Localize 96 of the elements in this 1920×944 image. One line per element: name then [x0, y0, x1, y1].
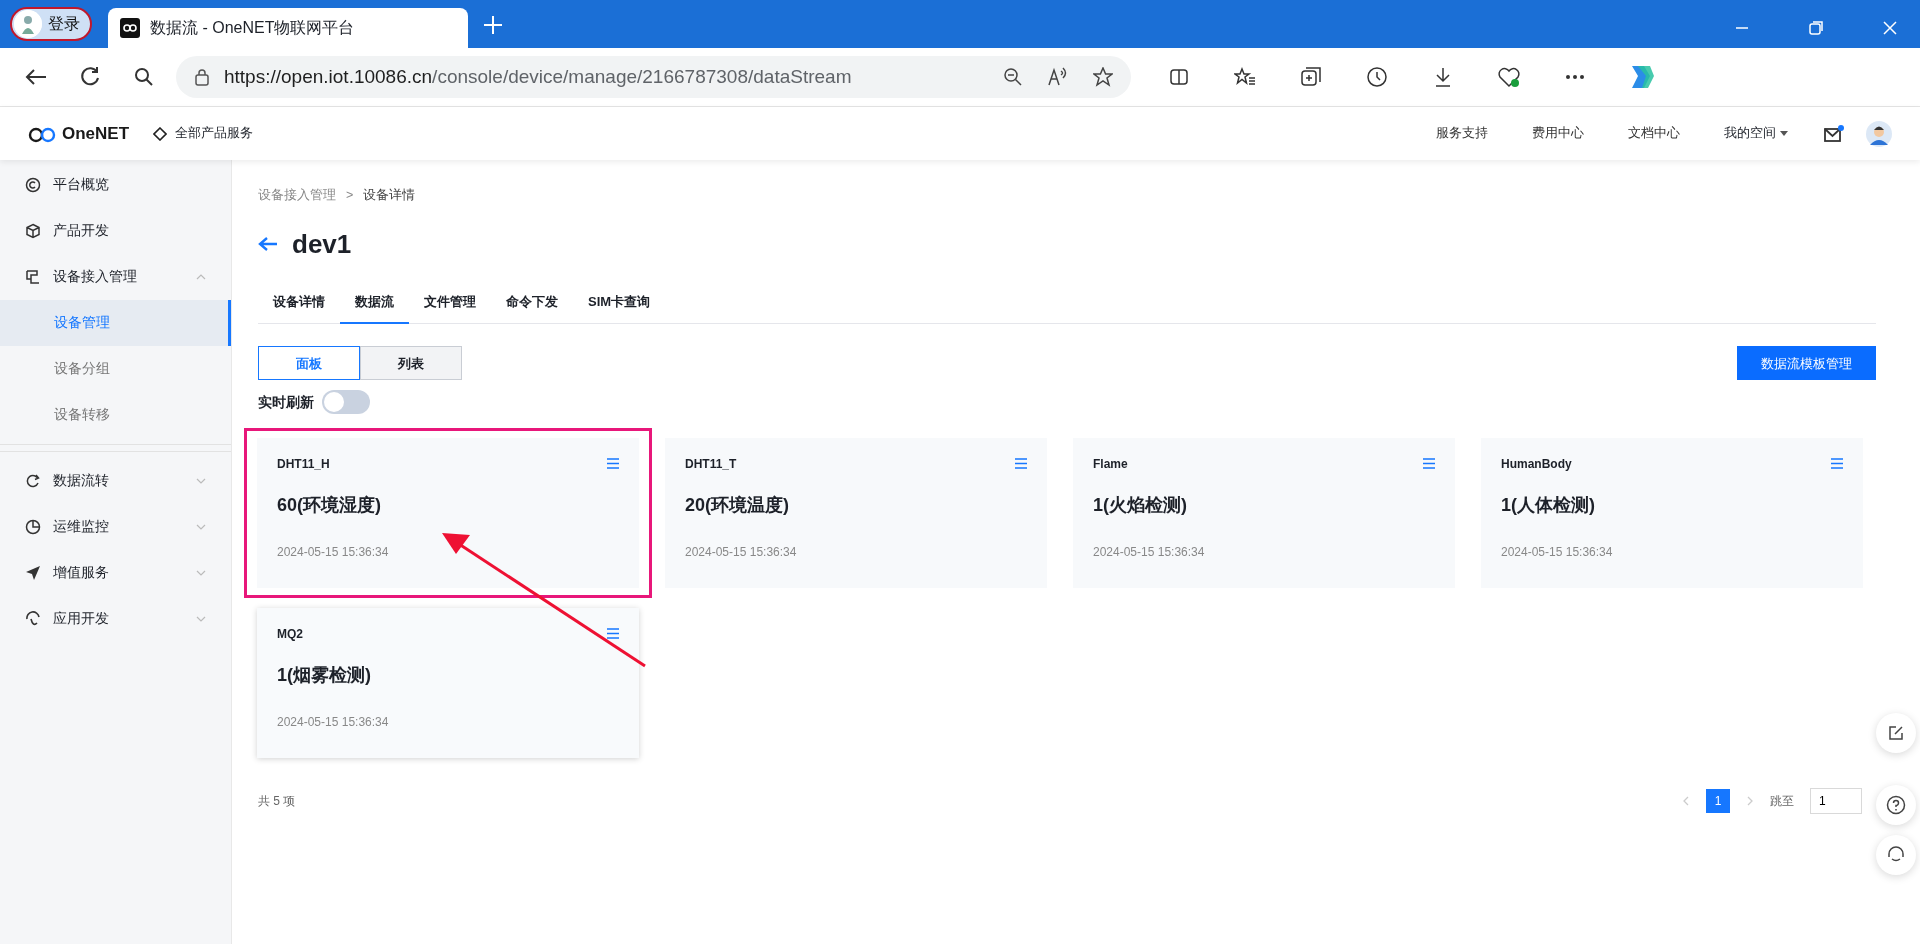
stream-value: 1(烟雾检测) [277, 663, 372, 687]
edit-icon [1887, 724, 1905, 742]
stream-time: 2024-05-15 15:36:34 [1093, 543, 1206, 561]
close-icon[interactable] [1882, 20, 1898, 36]
header-link[interactable]: 服务支持 [1436, 124, 1488, 143]
tab[interactable]: 文件管理 [409, 281, 491, 325]
profile-label: 登录 [48, 14, 80, 34]
menu-icon[interactable] [607, 628, 619, 640]
user-avatar[interactable] [1866, 120, 1892, 147]
site-icon [120, 18, 140, 38]
profile-button[interactable]: 登录 [10, 7, 92, 41]
jump-label: 跳至 [1770, 793, 1794, 811]
favorites-icon[interactable] [1234, 67, 1256, 87]
my-space-menu[interactable]: 我的空间 [1724, 124, 1788, 143]
zoom-out-icon[interactable] [1003, 67, 1023, 87]
menu-icon[interactable] [1831, 458, 1843, 470]
view-toggle[interactable]: 列表 [360, 346, 462, 381]
sidebar-item[interactable]: 应用开发 [0, 596, 231, 642]
diamond-icon [153, 126, 168, 141]
stream-value: 1(火焰检测) [1093, 493, 1188, 517]
caret-icon [1780, 130, 1788, 137]
stream-time: 2024-05-15 15:36:34 [277, 713, 390, 731]
collections-icon[interactable] [1300, 66, 1322, 88]
stream-time: 2024-05-15 15:36:34 [685, 543, 798, 561]
tab-title: 数据流 - OneNET物联网平台 [150, 18, 355, 38]
refresh-icon[interactable] [79, 66, 101, 88]
tab[interactable]: SIM卡查询 [573, 281, 666, 325]
device-icon [25, 269, 41, 285]
send-icon [25, 565, 41, 581]
health-icon[interactable] [1497, 66, 1521, 88]
split-screen-icon[interactable] [1169, 67, 1189, 87]
service-button[interactable] [1876, 835, 1916, 875]
back-arrow-icon[interactable] [258, 236, 278, 253]
url-text: https://open.iot.10086.cn/console/device/manage/2166787308/dataStream [224, 64, 852, 89]
stream-time: 2024-05-15 15:36:34 [1501, 543, 1614, 561]
page-jump-field[interactable]: 1 [1810, 788, 1862, 815]
clock-icon [25, 519, 41, 535]
sidebar-item[interactable]: 平台概览 [0, 162, 231, 208]
breadcrumb-link[interactable]: 设备接入管理 [258, 186, 336, 205]
more-icon[interactable] [1565, 74, 1585, 80]
restore-icon[interactable] [1808, 20, 1824, 36]
menu-icon[interactable] [607, 458, 619, 470]
stream-value: 20(环境温度) [685, 493, 790, 517]
stream-name: MQ2 [277, 626, 303, 644]
tab[interactable]: 数据流 [340, 281, 409, 325]
sidebar-item[interactable]: 数据流转 [0, 458, 231, 504]
address-field[interactable]: https://open.iot.10086.cn/console/device/manage/2166787308/dataStream [176, 56, 1131, 98]
help-icon [1886, 795, 1906, 815]
sidebar-subitem[interactable]: 设备分组 [0, 346, 231, 392]
read-aloud-icon[interactable] [1047, 67, 1069, 87]
logo-text[interactable]: OneNET [62, 120, 130, 147]
search-icon[interactable] [134, 67, 154, 87]
new-tab-icon[interactable] [482, 14, 504, 36]
stream-name: HumanBody [1501, 456, 1572, 474]
copyright-icon [25, 177, 41, 193]
view-toggle[interactable]: 面板 [258, 346, 360, 381]
breadcrumb-separator: > [346, 187, 354, 204]
header-link[interactable]: 文档中心 [1628, 124, 1680, 143]
breadcrumb-current: 设备详情 [363, 187, 416, 204]
sidebar-item[interactable]: 增值服务 [0, 550, 231, 596]
total-count: 共 5 项 [258, 793, 296, 811]
curve-icon [25, 611, 41, 627]
tab[interactable]: 命令下发 [491, 281, 573, 325]
refresh-icon [25, 473, 41, 489]
stream-name: DHT11_H [277, 456, 330, 474]
template-manage-button[interactable]: 数据流模板管理 [1737, 346, 1876, 381]
stream-value: 60(环境湿度) [277, 493, 382, 517]
help-button[interactable] [1876, 785, 1916, 825]
download-icon[interactable] [1433, 66, 1453, 88]
products-link[interactable]: 全部产品服务 [175, 124, 254, 143]
sidebar-item[interactable]: 产品开发 [0, 208, 231, 254]
device-title: dev1 [292, 228, 352, 260]
menu-icon[interactable] [1015, 458, 1027, 470]
realtime-toggle[interactable] [322, 390, 370, 415]
edit-button[interactable] [1876, 713, 1916, 753]
tab[interactable]: 设备详情 [258, 281, 340, 325]
menu-icon[interactable] [1423, 458, 1435, 470]
stream-time: 2024-05-15 15:36:34 [277, 543, 390, 561]
lock-icon [194, 68, 210, 86]
stream-name: DHT11_T [685, 456, 737, 474]
stream-value: 1(人体检测) [1501, 493, 1596, 517]
cube-icon [25, 223, 41, 239]
realtime-refresh-label: 实时刷新 [258, 392, 314, 412]
header-link[interactable]: 费用中心 [1532, 124, 1584, 143]
sidebar-item[interactable]: 设备接入管理 [0, 254, 231, 300]
sidebar-item[interactable]: 运维监控 [0, 504, 231, 550]
browser-tab[interactable]: 数据流 - OneNET物联网平台 [108, 8, 468, 48]
sidebar-subitem[interactable]: 设备管理 [0, 300, 231, 346]
avatar-icon [14, 10, 42, 38]
star-icon[interactable] [1093, 67, 1113, 87]
stream-name: Flame [1093, 456, 1128, 474]
back-icon[interactable] [24, 67, 48, 87]
mail-icon[interactable] [1824, 124, 1844, 143]
sidebar-subitem[interactable]: 设备转移 [0, 392, 231, 438]
page-button[interactable]: 1 [1706, 789, 1730, 814]
history-icon[interactable] [1366, 66, 1388, 88]
